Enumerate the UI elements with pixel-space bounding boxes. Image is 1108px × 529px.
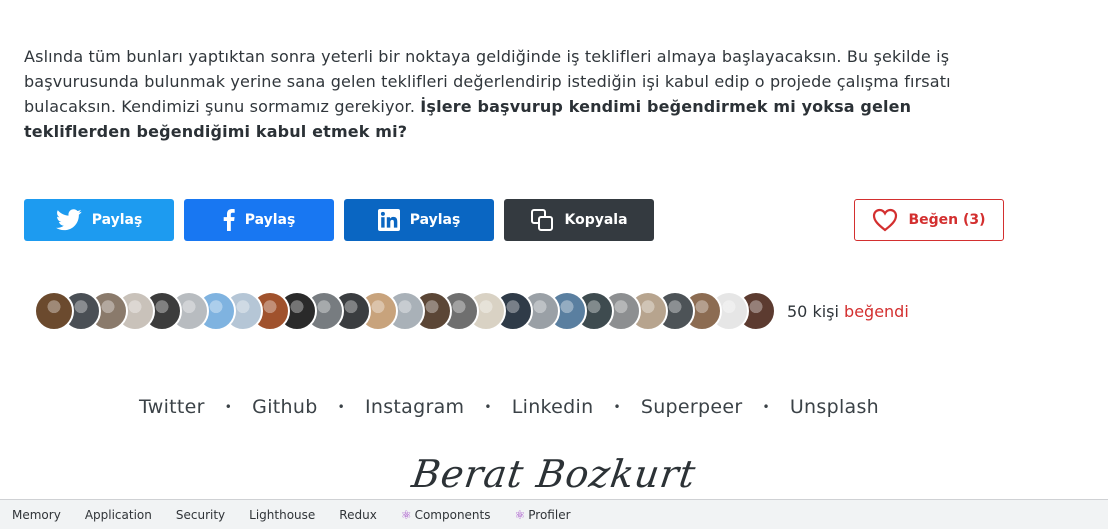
share-twitter-label: Paylaş (91, 212, 143, 228)
heart-icon (872, 208, 898, 232)
social-link-superpeer[interactable]: Superpeer (641, 396, 743, 418)
share-linkedin-label: Paylaş (409, 212, 461, 228)
devtools-tab-components[interactable]: ⚛ Components (389, 508, 503, 522)
copy-link-button[interactable]: Kopyala (504, 199, 654, 241)
react-icon: ⚛ (400, 507, 412, 522)
devtools-tab-label: Redux (339, 507, 377, 522)
devtools-tabbar: Memory Application Security Lighthouse Redux… (0, 499, 1108, 529)
like-button[interactable]: Beğen (3) (854, 199, 1004, 241)
separator-dot: • (224, 400, 233, 414)
signature-logo[interactable]: Berat Bozkurt (0, 452, 1108, 496)
devtools-tab-memory[interactable]: Memory (0, 508, 73, 522)
twitter-icon (55, 209, 82, 231)
separator-dot: • (762, 400, 770, 414)
separator-dot: • (484, 400, 492, 414)
devtools-tab-label: Profiler (528, 507, 571, 522)
facebook-icon (223, 209, 235, 231)
linkedin-icon (377, 209, 400, 231)
like-button-label: Beğen (3) (908, 212, 986, 228)
devtools-tab-label: Components (414, 507, 491, 522)
devtools-tab-lighthouse[interactable]: Lighthouse (237, 508, 327, 522)
share-facebook-label: Paylaş (244, 212, 296, 228)
devtools-tab-redux[interactable]: Redux (327, 508, 389, 522)
copy-link-label: Kopyala (564, 212, 628, 228)
like-count-action[interactable]: beğendi (844, 302, 909, 321)
devtools-tab-profiler[interactable]: ⚛ Profiler (503, 508, 583, 522)
like-count-number: 50 kişi (787, 301, 839, 321)
social-link-linkedin[interactable]: Linkedin (512, 396, 594, 418)
copy-icon (530, 208, 554, 232)
social-link-instagram[interactable]: Instagram (365, 396, 464, 418)
devtools-tab-security[interactable]: Security (164, 508, 237, 522)
liker-avatar[interactable] (34, 291, 74, 331)
likers-row: 50 kişi beğendi (34, 291, 909, 331)
avatar-stack (34, 291, 776, 331)
react-icon: ⚛ (514, 507, 526, 522)
social-links: Twitter • Github • Instagram • Linkedin • Superp… (139, 396, 879, 418)
share-twitter-button[interactable]: Paylaş (24, 199, 174, 241)
share-facebook-button[interactable]: Paylaş (184, 199, 334, 241)
devtools-tab-label: Memory (12, 507, 61, 522)
devtools-tab-application[interactable]: Application (73, 508, 164, 522)
article-paragraph: Aslında tüm bunları yaptıktan sonra yete… (24, 44, 1014, 144)
devtools-tab-label: Application (84, 507, 152, 522)
social-link-twitter[interactable]: Twitter (139, 396, 205, 418)
like-count: 50 kişi beğendi (787, 302, 909, 321)
devtools-tab-label: Lighthouse (249, 507, 316, 522)
devtools-tab-label: Security (175, 507, 226, 522)
separator-dot: • (337, 400, 345, 414)
social-link-github[interactable]: Github (252, 396, 317, 418)
share-linkedin-button[interactable]: Paylaş (344, 199, 494, 241)
separator-dot: • (613, 400, 621, 414)
social-link-unsplash[interactable]: Unsplash (790, 396, 879, 418)
